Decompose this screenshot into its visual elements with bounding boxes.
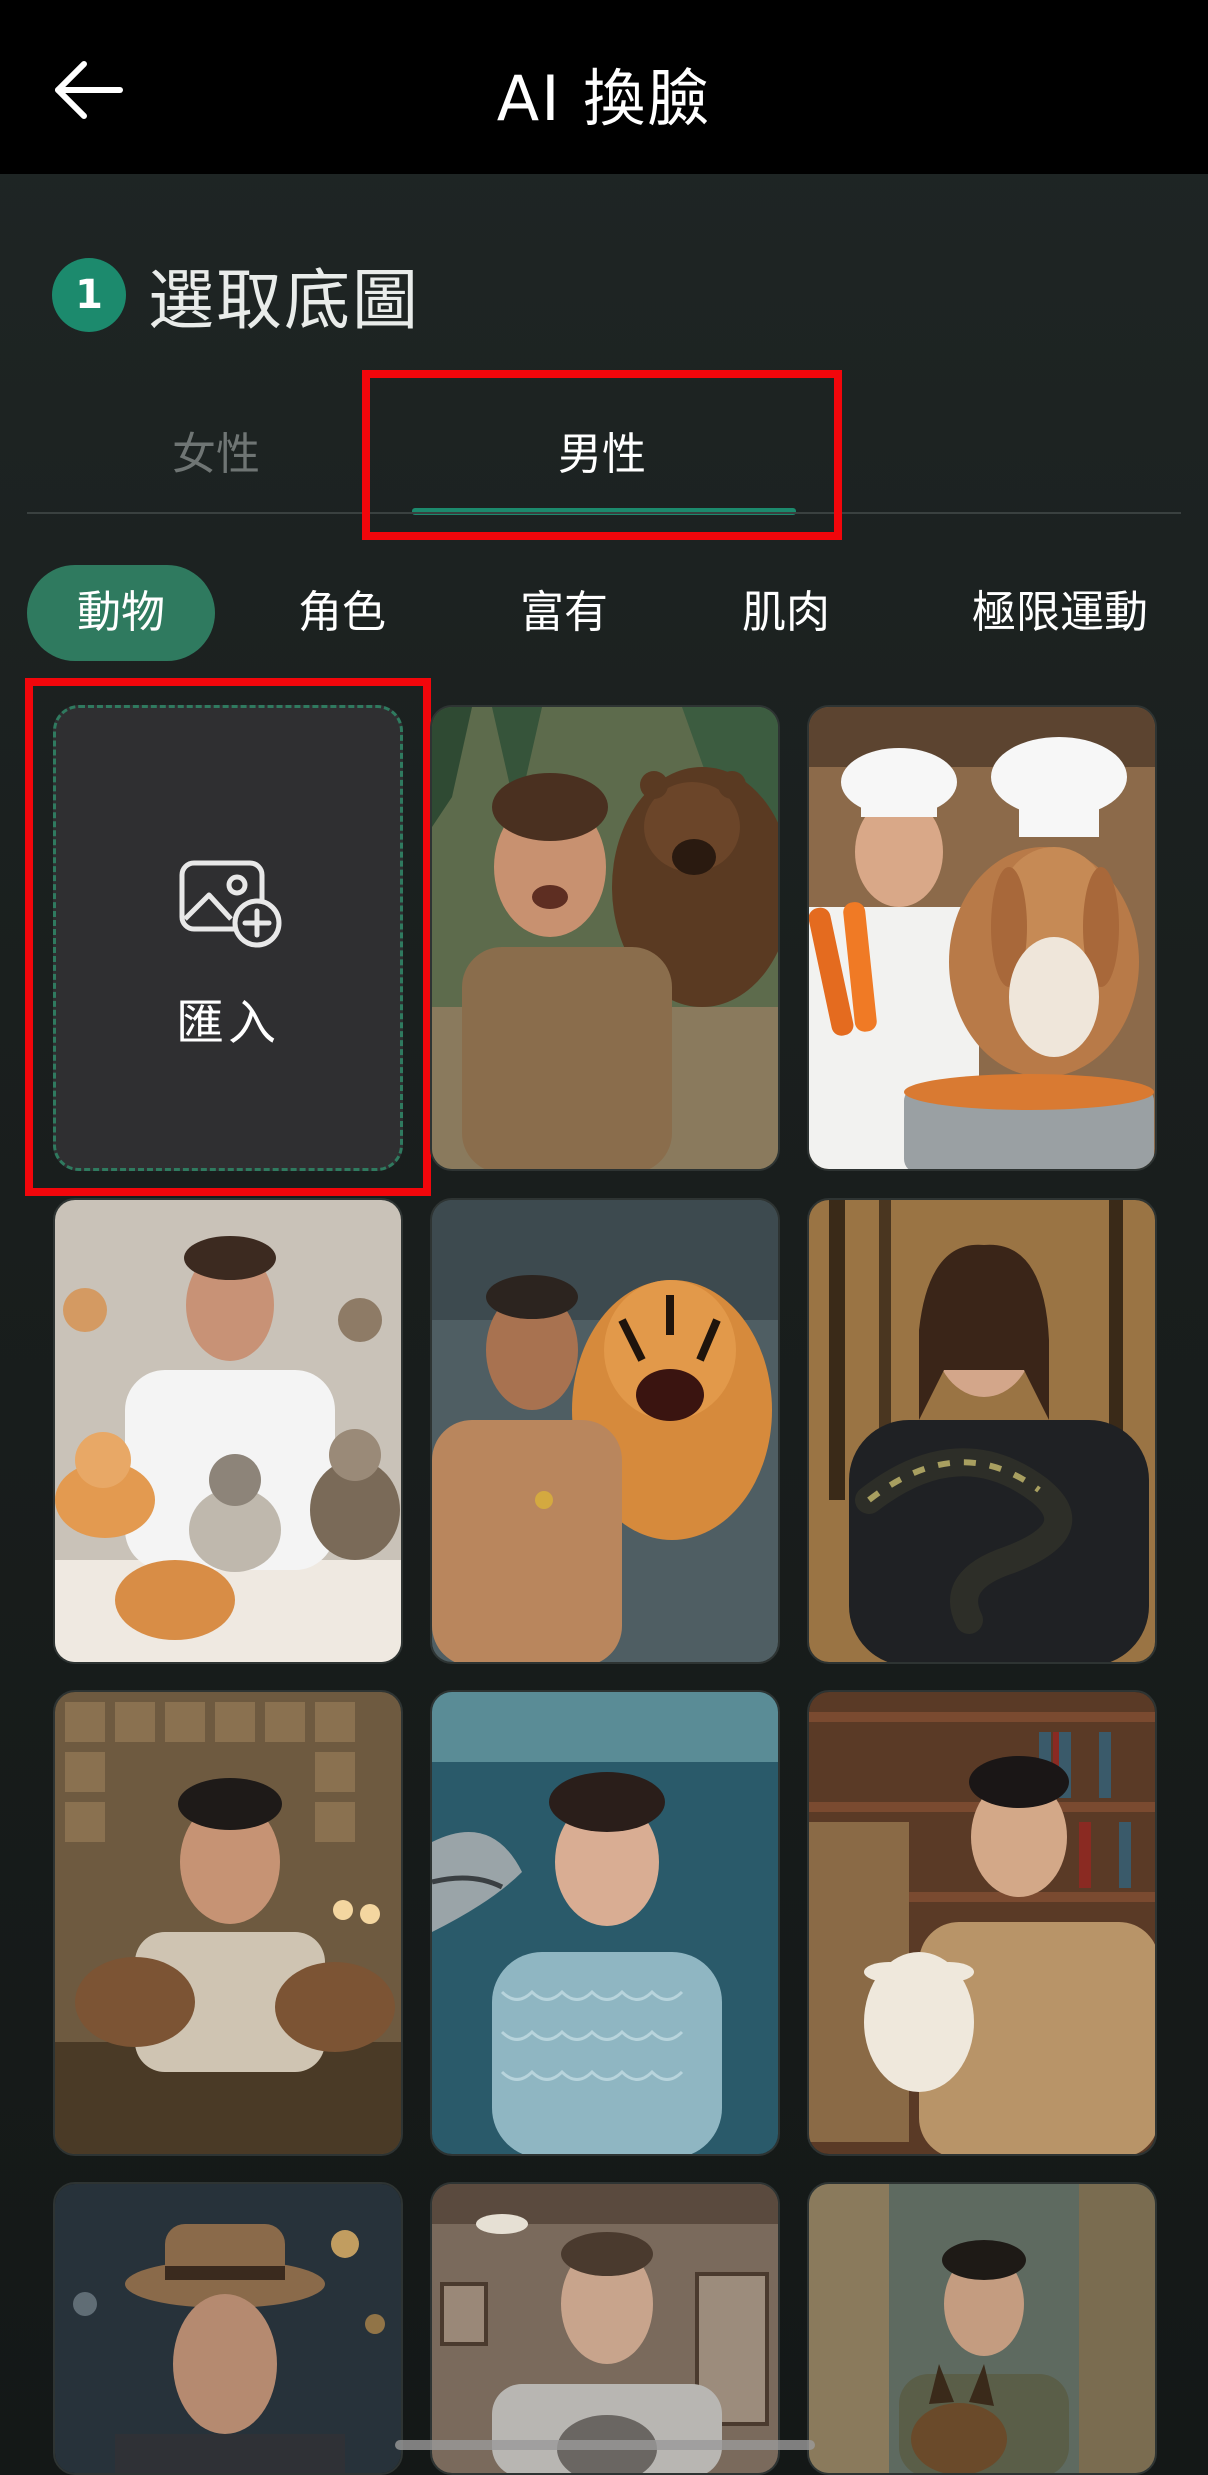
- tab-male[interactable]: 男性: [452, 418, 752, 482]
- chip-animals[interactable]: 動物: [27, 565, 215, 661]
- step-heading: 1 選取底圖: [52, 255, 420, 339]
- gender-tabs: 女性 男性: [0, 370, 1208, 520]
- template-man-with-shark[interactable]: [430, 1690, 780, 2156]
- home-indicator: [395, 2440, 815, 2450]
- page-title: AI 換臉: [496, 62, 712, 135]
- template-man-with-tiger[interactable]: [430, 1198, 780, 1664]
- import-label: 匯入: [175, 995, 280, 1051]
- template-man-with-cats[interactable]: [53, 1198, 403, 1664]
- chip-extreme-sports[interactable]: 極限運動: [940, 565, 1180, 661]
- template-man-with-husky[interactable]: [430, 2182, 780, 2475]
- tab-female[interactable]: 女性: [66, 418, 366, 482]
- template-man-in-fedora[interactable]: [53, 2182, 403, 2475]
- app-header: AI 換臉: [0, 0, 1208, 174]
- template-man-with-shepherd-dog[interactable]: [807, 2182, 1157, 2475]
- chip-muscle[interactable]: 肌肉: [706, 565, 866, 661]
- chip-characters[interactable]: 角色: [262, 565, 422, 661]
- chip-rich[interactable]: 富有: [484, 565, 644, 661]
- category-chips: 動物 角色 富有 肌肉 極限運動: [0, 565, 1208, 661]
- tab-divider: [27, 512, 1181, 514]
- import-tile[interactable]: 匯入: [53, 705, 403, 1171]
- add-image-icon: [179, 853, 283, 953]
- template-man-with-snake[interactable]: [807, 1198, 1157, 1664]
- template-chef-with-rabbit[interactable]: [807, 705, 1157, 1171]
- template-man-with-goat[interactable]: [807, 1690, 1157, 2156]
- template-man-with-bear[interactable]: [430, 705, 780, 1171]
- template-man-with-capybaras[interactable]: [53, 1690, 403, 2156]
- step-number-badge: 1: [52, 258, 126, 332]
- step-label: 選取底圖: [148, 262, 420, 339]
